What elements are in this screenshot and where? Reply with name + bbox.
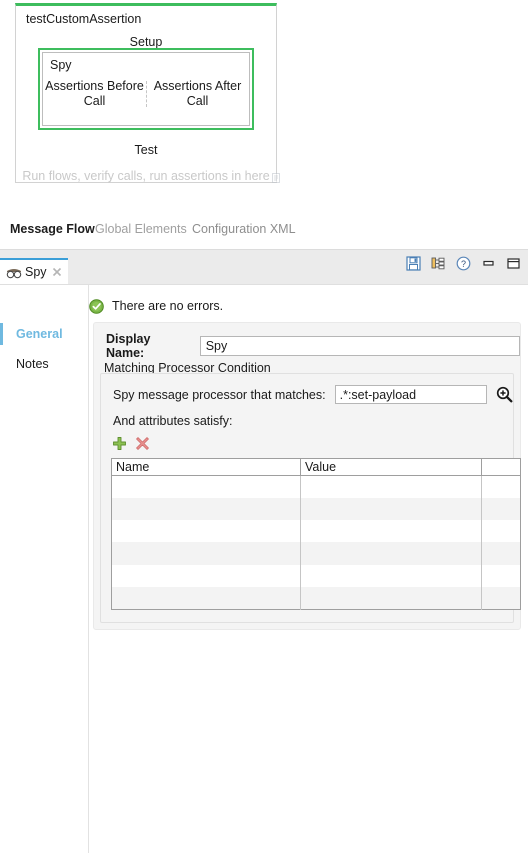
general-settings-group: Display Name: Matching Processor Conditi… bbox=[93, 322, 521, 630]
cell-name[interactable] bbox=[111, 475, 301, 499]
column-header-name[interactable]: Name bbox=[111, 458, 301, 476]
properties-header-bar: Spy ? bbox=[0, 250, 528, 285]
table-row[interactable] bbox=[111, 475, 521, 499]
flow-container[interactable]: testCustomAssertion Setup Spy Assertions… bbox=[15, 3, 280, 183]
status-message: There are no errors. bbox=[89, 297, 223, 315]
display-name-row: Display Name: bbox=[106, 332, 520, 360]
test-section-hint: Run flows, verify calls, run assertions … bbox=[22, 169, 270, 183]
spy-processor-node[interactable]: Spy Assertions Before Call Assertions Af… bbox=[38, 48, 254, 130]
svg-text:?: ? bbox=[461, 259, 466, 269]
table-row[interactable] bbox=[111, 586, 521, 610]
cell-value[interactable] bbox=[300, 520, 482, 543]
cell-name[interactable] bbox=[111, 564, 301, 587]
assertions-before-call-label: Assertions Before Call bbox=[45, 79, 144, 108]
close-icon[interactable] bbox=[51, 266, 63, 278]
hierarchy-icon[interactable] bbox=[431, 256, 446, 271]
tab-global-elements[interactable]: Global Elements bbox=[95, 222, 187, 236]
cell-extra[interactable] bbox=[481, 586, 521, 610]
nav-item-general[interactable]: General bbox=[0, 323, 88, 345]
cell-extra[interactable] bbox=[481, 498, 521, 521]
table-action-buttons[interactable] bbox=[112, 436, 150, 451]
matcher-row: Spy message processor that matches: bbox=[113, 385, 513, 404]
properties-side-nav[interactable]: General Notes bbox=[0, 285, 89, 853]
nav-item-notes[interactable]: Notes bbox=[0, 353, 88, 375]
display-name-input[interactable] bbox=[199, 336, 520, 356]
cell-extra[interactable] bbox=[481, 475, 521, 499]
spy-icon bbox=[6, 269, 22, 279]
cell-value[interactable] bbox=[300, 475, 482, 499]
properties-content: There are no errors. Display Name: Match… bbox=[89, 285, 528, 630]
table-row[interactable] bbox=[111, 498, 521, 521]
table-row[interactable] bbox=[111, 542, 521, 565]
status-message-text: There are no errors. bbox=[112, 299, 224, 313]
cell-name[interactable] bbox=[111, 586, 301, 610]
test-section-label: Test bbox=[134, 143, 158, 157]
cell-extra[interactable] bbox=[481, 520, 521, 543]
matching-processor-condition-group: Spy message processor that matches: And … bbox=[100, 373, 521, 623]
table-header-row: Name Value bbox=[111, 458, 521, 476]
cell-extra[interactable] bbox=[481, 542, 521, 565]
attributes-table[interactable]: Name Value bbox=[111, 458, 521, 610]
cell-name[interactable] bbox=[111, 498, 301, 521]
editor-tab-bar[interactable]: Message Flow Global Elements Configurati… bbox=[0, 222, 528, 248]
properties-panel: Spy ? General Notes There are no errors.… bbox=[0, 250, 528, 853]
properties-tab-label: Spy bbox=[25, 265, 47, 279]
flow-canvas[interactable]: testCustomAssertion Setup Spy Assertions… bbox=[0, 0, 528, 215]
tab-configuration-xml[interactable]: Configuration XML bbox=[192, 222, 296, 236]
display-name-label: Display Name: bbox=[106, 332, 151, 360]
cell-name[interactable] bbox=[111, 542, 301, 565]
flow-title: testCustomAssertion bbox=[26, 12, 142, 26]
column-header-value[interactable]: Value bbox=[300, 458, 482, 476]
cross-icon[interactable] bbox=[135, 436, 150, 451]
spy-node-label: Spy bbox=[50, 58, 72, 72]
matcher-input[interactable] bbox=[334, 385, 487, 404]
document-icon bbox=[272, 173, 280, 183]
attributes-satisfy-label: And attributes satisfy: bbox=[113, 414, 233, 428]
cell-value[interactable] bbox=[300, 586, 482, 610]
success-check-icon bbox=[89, 298, 104, 314]
panel-toolbar[interactable]: ? bbox=[406, 256, 521, 271]
plus-icon[interactable] bbox=[112, 436, 127, 451]
magnifier-zoom-in-icon[interactable] bbox=[496, 386, 513, 403]
maximize-icon[interactable] bbox=[506, 256, 521, 271]
column-header-extra[interactable] bbox=[481, 458, 521, 476]
spy-processor-inner: Spy Assertions Before Call Assertions Af… bbox=[42, 52, 250, 126]
cell-value[interactable] bbox=[300, 498, 482, 521]
matcher-label: Spy message processor that matches: bbox=[113, 387, 326, 402]
minimize-icon[interactable] bbox=[481, 256, 496, 271]
properties-tab-spy[interactable]: Spy bbox=[0, 258, 68, 284]
table-row[interactable] bbox=[111, 564, 521, 587]
spy-column-divider bbox=[146, 81, 147, 107]
help-icon[interactable]: ? bbox=[456, 256, 471, 271]
assertions-after-call-label: Assertions After Call bbox=[153, 79, 242, 108]
cell-extra[interactable] bbox=[481, 564, 521, 587]
cell-name[interactable] bbox=[111, 520, 301, 543]
cell-value[interactable] bbox=[300, 542, 482, 565]
setup-section-label: Setup bbox=[129, 35, 163, 49]
tab-message-flow[interactable]: Message Flow bbox=[10, 222, 95, 236]
save-icon[interactable] bbox=[406, 256, 421, 271]
cell-value[interactable] bbox=[300, 564, 482, 587]
table-row[interactable] bbox=[111, 520, 521, 543]
